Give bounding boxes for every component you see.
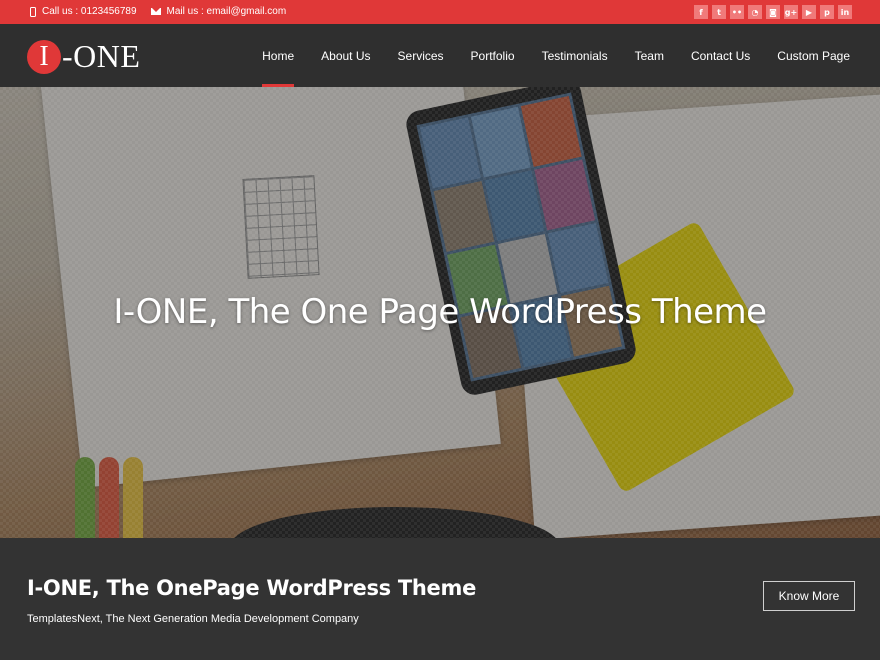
social-links: f t •• ◔ ◙ g+ ▶ p in <box>694 5 852 19</box>
nav-item-services[interactable]: Services <box>398 24 444 87</box>
intro-subtitle: TemplatesNext, The Next Generation Media… <box>27 613 359 625</box>
nav-item-contact-us[interactable]: Contact Us <box>691 24 750 87</box>
nav-item-about-us[interactable]: About Us <box>321 24 370 87</box>
instagram-icon[interactable]: ◙ <box>766 5 780 19</box>
rss-icon[interactable]: ◔ <box>748 5 762 19</box>
nav-item-team[interactable]: Team <box>635 24 664 87</box>
contact-info: Call us : 0123456789 Mail us : email@gma… <box>30 6 286 17</box>
twitter-icon[interactable]: t <box>712 5 726 19</box>
nav-item-custom-page[interactable]: Custom Page <box>777 24 850 87</box>
site-logo[interactable]: I -ONE <box>27 38 140 75</box>
main-nav: Home About Us Services Portfolio Testimonial… <box>262 24 850 87</box>
nav-item-home[interactable]: Home <box>262 24 295 87</box>
mail-label[interactable]: Mail us : email@gmail.com <box>167 6 287 17</box>
call-label: Call us : 0123456789 <box>42 6 137 17</box>
intro-band: I-ONE, The OnePage WordPress Theme Templ… <box>0 538 880 660</box>
logo-mark: I <box>27 39 61 74</box>
hero-headline: I-ONE, The One Page WordPress Theme <box>113 292 767 332</box>
topbar: Call us : 0123456789 Mail us : email@gma… <box>0 0 880 24</box>
mail-icon <box>150 8 161 15</box>
nav-item-testimonials[interactable]: Testimonials <box>542 24 608 87</box>
site-header: I -ONE Home About Us Services Portfolio Test… <box>0 24 880 87</box>
logo-text: -ONE <box>62 38 141 74</box>
intro-title: I-ONE, The OnePage WordPress Theme <box>27 576 477 600</box>
know-more-button[interactable]: Know More <box>763 581 855 611</box>
mail-item[interactable]: Mail us : email@gmail.com <box>150 6 287 17</box>
linkedin-icon[interactable]: in <box>838 5 852 19</box>
pinterest-icon[interactable]: p <box>820 5 834 19</box>
google-plus-icon[interactable]: g+ <box>784 5 798 19</box>
phone-icon <box>30 6 36 17</box>
hero-banner: I-ONE, The One Page WordPress Theme <box>0 87 880 538</box>
call-item: Call us : 0123456789 <box>30 6 137 17</box>
youtube-icon[interactable]: ▶ <box>802 5 816 19</box>
facebook-icon[interactable]: f <box>694 5 708 19</box>
flickr-icon[interactable]: •• <box>730 5 744 19</box>
nav-item-portfolio[interactable]: Portfolio <box>471 24 515 87</box>
